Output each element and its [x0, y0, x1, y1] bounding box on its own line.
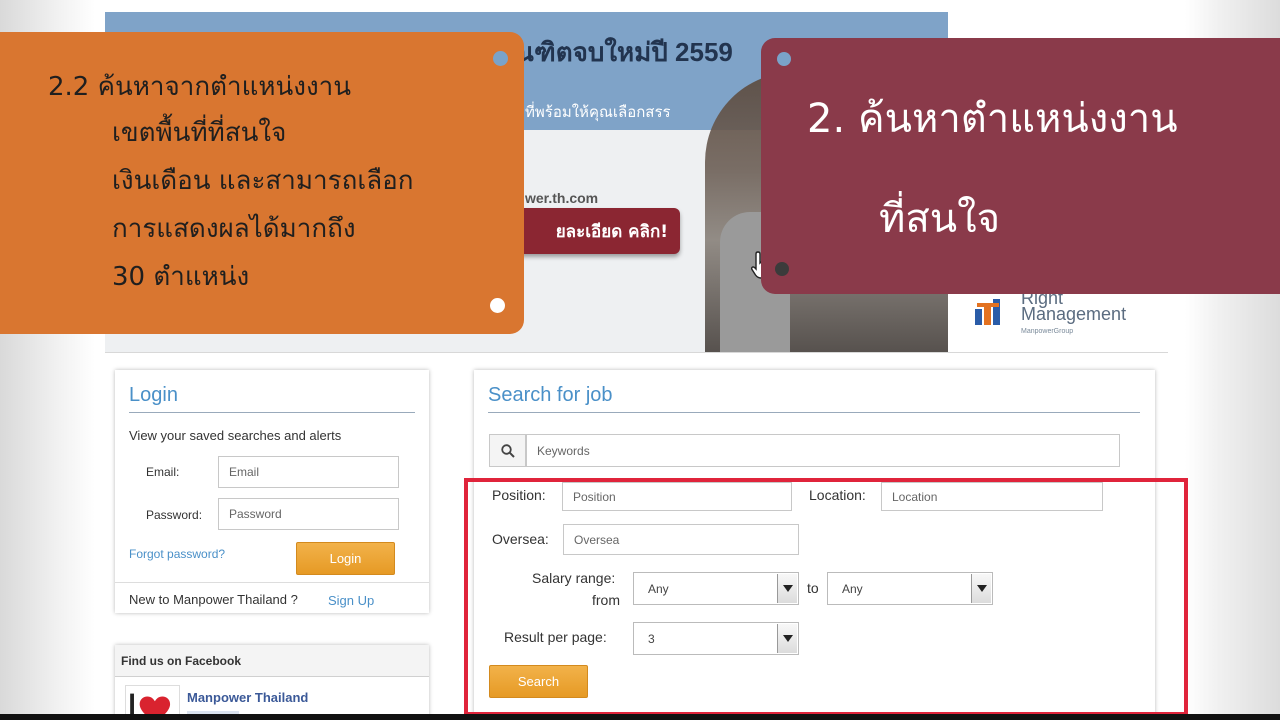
- section-divider: [105, 352, 1168, 353]
- video-bottom-bar: [0, 714, 1280, 720]
- callout-tip-line: การแสดงผลได้มากถึง: [112, 214, 356, 244]
- callout-tip-line: เงินเดือน และสามารถเลือก: [112, 166, 414, 196]
- login-panel: Login View your saved searches and alert…: [115, 370, 429, 613]
- search-title: Search for job: [488, 384, 613, 406]
- email-field[interactable]: Email: [218, 456, 399, 488]
- password-label: Password:: [146, 508, 203, 522]
- login-button[interactable]: Login: [296, 542, 395, 575]
- banner-headline: ณฑิตจบใหม่ปี 2559: [510, 37, 733, 67]
- keywords-input[interactable]: Keywords: [526, 434, 1120, 467]
- search-title-rule: [488, 412, 1140, 413]
- login-intro: View your saved searches and alerts: [129, 428, 342, 443]
- callout-pin-dot: [490, 298, 505, 313]
- new-user-text: New to Manpower Thailand ?: [129, 592, 298, 607]
- right-management-logo-icon: [975, 299, 1000, 325]
- callout-tip-line: 30 ตำแหน่ง: [112, 262, 250, 292]
- partner-logo-subtitle: ManpowerGroup: [1021, 328, 1074, 335]
- banner-subline: ที่พร้อมให้คุณเลือกสรร: [525, 104, 671, 121]
- facebook-title: Find us on Facebook: [115, 645, 429, 677]
- login-title-rule: [129, 412, 415, 413]
- search-icon-button[interactable]: [489, 434, 526, 467]
- email-label: Email:: [146, 465, 180, 479]
- callout-tip-line: 2.2 ค้นหาจากตำแหน่งงาน: [48, 72, 352, 102]
- facebook-page-link[interactable]: Manpower Thailand: [187, 690, 308, 705]
- search-filters-highlight-box: [464, 478, 1188, 716]
- password-field[interactable]: Password: [218, 498, 399, 530]
- partner-logo-name: Management: [1021, 304, 1127, 324]
- callout-pin-dot: [493, 51, 508, 66]
- facebook-panel: Find us on Facebook Manpower Thailand: [115, 645, 429, 720]
- login-title: Login: [129, 384, 178, 406]
- callout-tip-line: เขตพื้นที่ที่สนใจ: [112, 118, 287, 148]
- callout-step-title: 2. ค้นหาตำแหน่งงาน ที่สนใจ: [761, 38, 1280, 294]
- search-icon: [500, 443, 515, 458]
- login-footer-divider: [115, 582, 429, 583]
- forgot-password-link[interactable]: Forgot password?: [129, 547, 225, 561]
- callout-search-tips: 2.2 ค้นหาจากตำแหน่งงาน เขตพื้นที่ที่สนใจ…: [0, 32, 524, 334]
- sign-up-link[interactable]: Sign Up: [328, 593, 374, 608]
- callout-pin-dot: [775, 262, 789, 276]
- callout-step-line: ที่สนใจ: [879, 196, 1001, 242]
- banner-details-button[interactable]: ยละเอียด คลิก!: [510, 208, 680, 254]
- callout-step-line: 2. ค้นหาตำแหน่งงาน: [807, 96, 1178, 142]
- callout-pin-dot: [777, 52, 791, 66]
- banner-url: wer.th.com: [525, 190, 599, 206]
